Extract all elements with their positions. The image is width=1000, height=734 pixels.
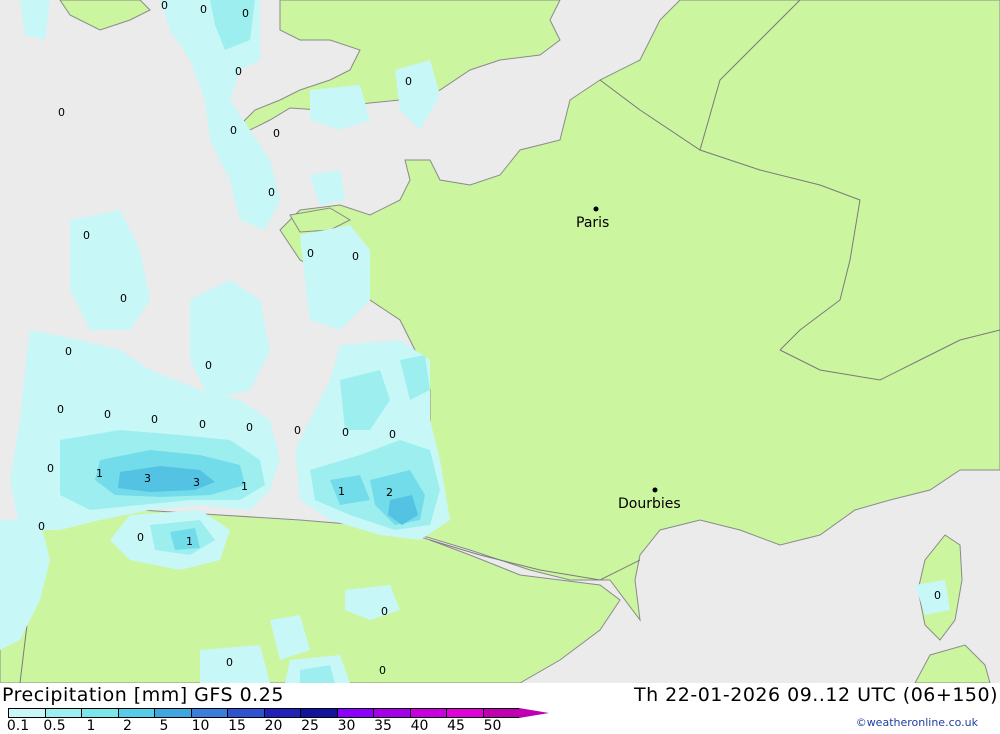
legend-swatch <box>300 708 337 718</box>
value-label: 0 <box>83 229 90 242</box>
legend-swatch <box>154 708 191 718</box>
map-footer: Precipitation [mm] GFS 0.25 Th 22-01-202… <box>0 683 1000 734</box>
value-label: 0 <box>934 589 941 602</box>
value-label: 3 <box>193 476 200 489</box>
legend-label: 10 <box>191 718 210 734</box>
value-label: 0 <box>352 250 359 263</box>
legend-labels: 0.1 0.5 1 2 5 10 15 20 25 30 35 40 45 50 <box>0 718 520 734</box>
legend-swatch <box>336 708 373 718</box>
value-label: 0 <box>235 65 242 78</box>
credit-link[interactable]: ©weatheronline.co.uk <box>856 716 978 729</box>
value-label: 0 <box>205 359 212 372</box>
map-title: Precipitation [mm] GFS 0.25 <box>2 684 284 706</box>
legend-label: 0.1 <box>6 718 30 734</box>
value-label: 0 <box>120 292 127 305</box>
value-label: 0 <box>307 247 314 260</box>
value-label: 0 <box>104 408 111 421</box>
value-label: 0 <box>294 424 301 437</box>
legend-label: 25 <box>301 718 319 734</box>
city-label: Dourbies <box>618 496 681 512</box>
value-label: 1 <box>96 467 103 480</box>
value-label: 0 <box>65 345 72 358</box>
legend-label: 30 <box>337 718 356 734</box>
legend-swatch <box>190 708 227 718</box>
legend-swatch <box>117 708 154 718</box>
value-label: 0 <box>379 664 386 677</box>
value-label: 0 <box>405 75 412 88</box>
value-label: 0 <box>226 656 233 669</box>
legend-swatch <box>81 708 118 718</box>
value-label: 0 <box>381 605 388 618</box>
value-label: 0 <box>137 531 144 544</box>
precipitation-map: Paris Dourbies 0 0 0 0 0 0 0 0 0 0 0 0 0… <box>0 0 1000 683</box>
value-label: 1 <box>241 480 248 493</box>
legend-label: 35 <box>374 718 392 734</box>
value-label: 0 <box>273 127 280 140</box>
value-label: 0 <box>57 403 64 416</box>
value-label: 0 <box>38 520 45 533</box>
value-label: 0 <box>58 106 65 119</box>
legend-label: 20 <box>264 718 283 734</box>
value-label: 0 <box>230 124 237 137</box>
legend-label: 0.5 <box>43 718 66 734</box>
legend-label: 45 <box>447 718 465 734</box>
legend-label: 15 <box>228 718 246 734</box>
legend-label: 5 <box>159 718 169 734</box>
value-label: 0 <box>342 426 349 439</box>
forecast-timestamp: Th 22-01-2026 09..12 UTC (06+150) <box>633 684 998 706</box>
value-label: 0 <box>389 428 396 441</box>
value-label: 0 <box>268 186 275 199</box>
value-label: 2 <box>386 486 393 499</box>
legend-swatch <box>227 708 264 718</box>
value-label: 0 <box>161 0 168 12</box>
legend-swatch <box>409 708 446 718</box>
legend-swatch <box>8 708 45 718</box>
value-label: 1 <box>186 535 193 548</box>
value-label: 0 <box>200 3 207 16</box>
value-label: 0 <box>151 413 158 426</box>
value-label: 3 <box>144 472 151 485</box>
legend-label: 40 <box>410 718 429 734</box>
legend-swatch <box>446 708 483 718</box>
value-label: 1 <box>338 485 345 498</box>
color-legend <box>8 708 549 718</box>
value-label: 0 <box>246 421 253 434</box>
legend-label: 50 <box>483 718 502 734</box>
value-label: 0 <box>47 462 54 475</box>
legend-label: 1 <box>86 718 96 734</box>
value-label: 0 <box>242 7 249 20</box>
legend-swatch <box>44 708 81 718</box>
city-label: Paris <box>576 215 609 231</box>
legend-swatch <box>373 708 410 718</box>
legend-swatch <box>482 708 519 718</box>
legend-arrow <box>519 708 549 718</box>
weather-map-page: Paris Dourbies 0 0 0 0 0 0 0 0 0 0 0 0 0… <box>0 0 1000 734</box>
legend-label: 2 <box>123 718 132 734</box>
legend-swatch <box>263 708 300 718</box>
value-label: 0 <box>199 418 206 431</box>
